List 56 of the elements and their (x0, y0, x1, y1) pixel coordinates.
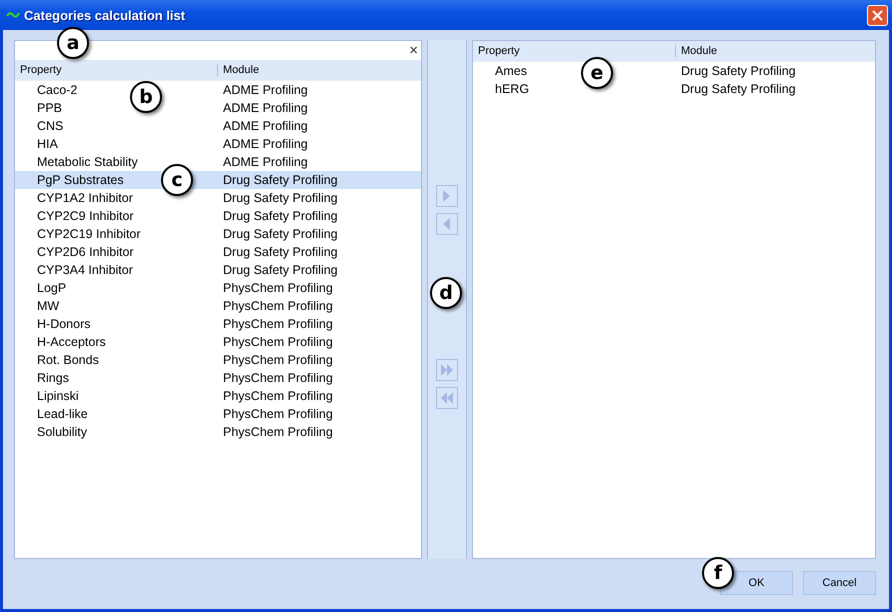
module-cell: Drug Safety Profiling (681, 82, 796, 96)
module-cell: Drug Safety Profiling (681, 64, 796, 78)
module-cell: ADME Profiling (223, 101, 308, 115)
column-header[interactable]: Property (15, 64, 217, 76)
module-cell: Drug Safety Profiling (223, 209, 338, 223)
property-cell[interactable]: HIA (37, 137, 58, 151)
module-cell: Drug Safety Profiling (223, 245, 338, 259)
property-cell[interactable]: Ames (495, 64, 527, 78)
module-cell: PhysChem Profiling (223, 353, 333, 367)
module-cell: PhysChem Profiling (223, 299, 333, 313)
column-header[interactable]: Module (217, 64, 421, 76)
property-cell[interactable]: Rings (37, 371, 69, 385)
column-header[interactable]: Module (675, 45, 875, 57)
module-cell: PhysChem Profiling (223, 281, 333, 295)
module-cell: PhysChem Profiling (223, 335, 333, 349)
module-cell: PhysChem Profiling (223, 317, 333, 331)
property-cell[interactable]: LogP (37, 281, 66, 295)
app-icon (6, 10, 20, 20)
module-cell: PhysChem Profiling (223, 371, 333, 385)
property-cell[interactable]: CYP2C19 Inhibitor (37, 227, 141, 241)
module-cell: ADME Profiling (223, 83, 308, 97)
double-left-arrow-icon (439, 390, 455, 406)
module-cell: PhysChem Profiling (223, 407, 333, 421)
property-cell[interactable]: Metabolic Stability (37, 155, 138, 169)
property-cell[interactable]: hERG (495, 82, 530, 96)
property-cell[interactable]: CYP1A2 Inhibitor (37, 191, 133, 205)
property-cell[interactable]: H-Donors (37, 317, 90, 331)
column-header[interactable]: Property (473, 45, 675, 57)
property-cell[interactable]: Rot. Bonds (37, 353, 99, 367)
module-cell: Drug Safety Profiling (223, 173, 338, 187)
module-cell: ADME Profiling (223, 155, 308, 169)
property-cell[interactable]: CNS (37, 119, 64, 133)
module-cell: Drug Safety Profiling (223, 191, 338, 205)
property-cell[interactable]: PgP Substrates (37, 173, 124, 187)
module-cell: Drug Safety Profiling (223, 227, 338, 241)
property-cell[interactable]: H-Acceptors (37, 335, 106, 349)
window-title: Categories calculation list (24, 8, 186, 22)
property-cell[interactable]: Solubility (37, 425, 88, 439)
module-cell: ADME Profiling (223, 119, 308, 133)
double-right-arrow-icon (439, 362, 455, 378)
close-button[interactable] (867, 4, 888, 26)
module-cell: PhysChem Profiling (223, 425, 333, 439)
property-cell[interactable]: MW (37, 299, 60, 313)
cancel-button[interactable]: Cancel (803, 571, 876, 595)
property-cell[interactable]: CYP3A4 Inhibitor (37, 263, 133, 277)
property-cell[interactable]: PPB (37, 101, 62, 115)
property-cell[interactable]: Lipinski (37, 389, 79, 403)
module-cell: ADME Profiling (223, 137, 308, 151)
clear-button[interactable]: × (406, 43, 421, 58)
close-icon (872, 10, 883, 20)
property-cell[interactable]: Lead-like (37, 407, 88, 421)
property-cell[interactable]: CYP2D6 Inhibitor (37, 245, 134, 259)
property-cell[interactable]: Caco-2 (37, 83, 78, 97)
module-cell: PhysChem Profiling (223, 389, 333, 403)
property-cell[interactable]: CYP2C9 Inhibitor (37, 209, 134, 223)
module-cell: Drug Safety Profiling (223, 263, 338, 277)
